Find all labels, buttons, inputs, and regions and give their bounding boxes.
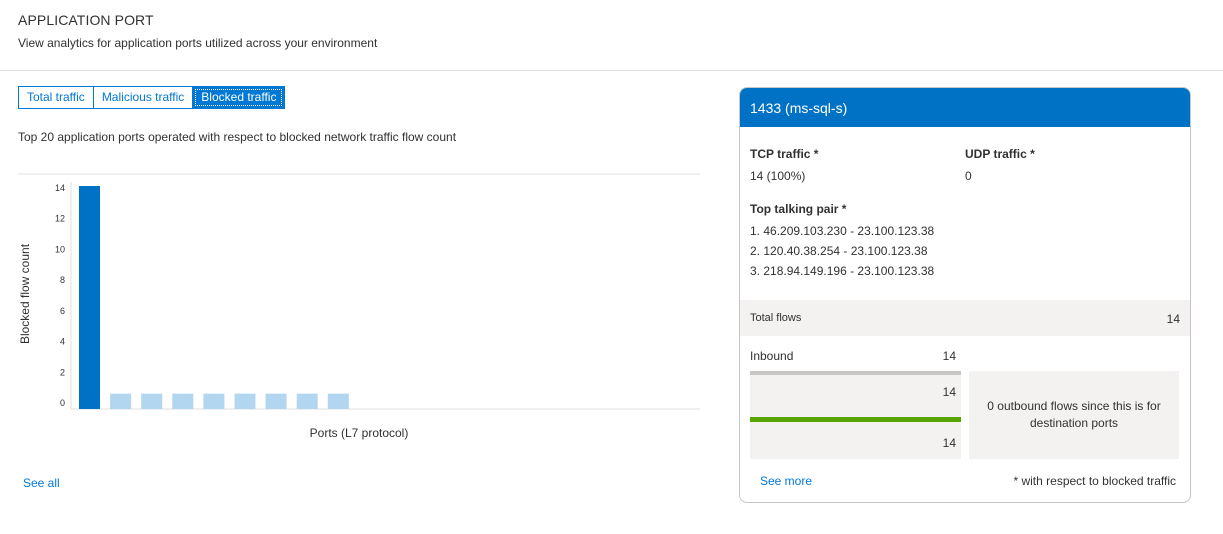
talking-pair-item: 2. 120.40.38.254 - 23.100.123.38 <box>750 244 928 258</box>
y-tick-label: 12 <box>55 214 65 224</box>
chart-svg: 0 2 4 6 8 10 12 14 Blocked flow count Ports (L7 p… <box>18 173 700 440</box>
y-tick-label: 10 <box>55 244 65 254</box>
tcp-traffic-value: 14 (100%) <box>750 169 806 183</box>
inbound-label: Inbound <box>750 349 794 363</box>
total-flows-label: Total flows <box>750 312 802 324</box>
udp-traffic-label: UDP traffic * <box>965 147 1035 161</box>
chart-description: Top 20 application ports operated with r… <box>18 130 457 144</box>
x-axis-title: Ports (L7 protocol) <box>310 426 409 440</box>
chart-bar <box>172 393 194 409</box>
total-flows-row: Total flows 14 <box>740 300 1190 336</box>
chart-bar <box>234 393 256 409</box>
page-title: APPLICATION PORT <box>18 12 154 28</box>
chart-bar <box>265 393 287 409</box>
tab-malicious-traffic[interactable]: Malicious traffic <box>93 87 194 108</box>
y-axis-title: Blocked flow count <box>18 243 32 344</box>
inbound-count: 14 <box>942 349 956 363</box>
tab-total-traffic[interactable]: Total traffic <box>19 87 94 108</box>
y-tick-label: 6 <box>60 306 65 316</box>
outbound-message: 0 outbound flows since this is for desti… <box>969 371 1179 459</box>
blocked-flow-chart: 0 2 4 6 8 10 12 14 Blocked flow count Ports (L7 p… <box>18 170 700 450</box>
panel-title: 1433 (ms-sql-s) <box>740 88 1190 127</box>
page-subtitle: View analytics for application ports uti… <box>18 36 378 50</box>
tab-blocked-traffic[interactable]: Blocked traffic <box>193 87 285 108</box>
top-talking-pair-label: Top talking pair * <box>750 202 847 216</box>
traffic-tabs: Total traffic Malicious traffic Blocked … <box>18 86 286 109</box>
chart-bar <box>327 393 349 409</box>
see-all-link[interactable]: See all <box>23 476 60 490</box>
talking-pair-item: 3. 218.94.149.196 - 23.100.123.38 <box>750 264 935 278</box>
inbound-lower-count: 14 <box>942 436 956 450</box>
inbound-breakdown: 14 14 <box>750 375 961 459</box>
inbound-green-bar <box>750 417 961 422</box>
inbound-upper-count: 14 <box>942 385 956 399</box>
footnote: * with respect to blocked traffic <box>1013 474 1176 488</box>
y-tick-label: 0 <box>60 398 65 408</box>
udp-traffic-value: 0 <box>965 169 972 183</box>
talking-pair-item: 1. 46.209.103.230 - 23.100.123.38 <box>750 224 935 238</box>
chart-bar <box>79 186 100 409</box>
see-more-link[interactable]: See more <box>760 474 812 488</box>
port-details-panel: 1433 (ms-sql-s) TCP traffic * 14 (100%) … <box>739 87 1191 503</box>
chart-bar <box>141 393 163 409</box>
chart-bar <box>296 393 318 409</box>
tcp-traffic-label: TCP traffic * <box>750 147 819 161</box>
y-tick-label: 4 <box>60 337 65 347</box>
chart-bar <box>203 393 225 409</box>
chart-bar <box>110 393 132 409</box>
y-tick-label: 2 <box>60 367 65 377</box>
total-flows-value: 14 <box>1166 312 1180 326</box>
y-tick-label: 14 <box>55 183 65 193</box>
header-divider <box>0 70 1223 71</box>
y-tick-label: 8 <box>60 275 65 285</box>
